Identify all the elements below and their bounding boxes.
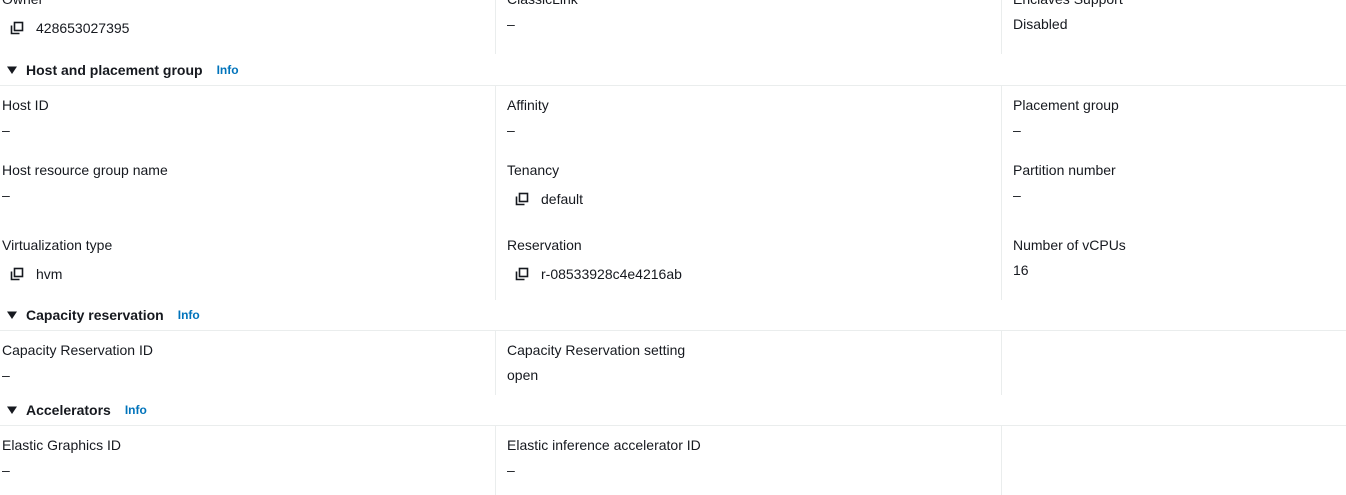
affinity-value: – (507, 122, 515, 138)
virtualization-type-label: Virtualization type (2, 237, 113, 253)
host-resource-group-field: Host resource group name – (2, 161, 495, 204)
accelerators-row: Elastic Graphics ID – Elastic inference … (0, 426, 1346, 495)
placement-group-field: Placement group – (1013, 96, 1346, 139)
placement-group-label: Placement group (1013, 97, 1119, 113)
column-3 (1001, 426, 1346, 495)
host-id-label: Host ID (2, 97, 49, 113)
number-of-vcpus-label: Number of vCPUs (1013, 237, 1126, 253)
capacity-reservation-setting-value: open (507, 367, 539, 383)
host-id-field: Host ID – (2, 96, 495, 139)
copy-icon[interactable] (10, 21, 24, 35)
column-2: Reservation r-08533928c4e4216ab (495, 226, 1002, 300)
tenancy-field: Tenancy default (507, 161, 1002, 208)
column-2: Tenancy default (495, 151, 1002, 226)
classiclink-label: ClassicLink (507, 0, 1002, 8)
column-3: Placement group – (1001, 86, 1346, 151)
column-1: Owner 428653027395 (0, 0, 495, 54)
accelerators-info-link[interactable]: Info (125, 403, 147, 417)
host-placement-row-1: Host ID – Affinity – Placement group – (0, 86, 1346, 151)
capacity-reservation-setting-field: Capacity Reservation setting open (507, 341, 1002, 384)
enclaves-support-value: Disabled (1013, 16, 1068, 32)
virtualization-type-field: Virtualization type hvm (2, 236, 495, 283)
caret-down-icon[interactable] (6, 64, 18, 76)
enclaves-support-label: Enclaves Support (1013, 0, 1346, 8)
reservation-value-text: r-08533928c4e4216ab (541, 266, 682, 282)
copy-icon[interactable] (515, 267, 529, 281)
accelerators-section-header: Accelerators Info (0, 395, 1346, 426)
column-1: Host resource group name – (0, 151, 495, 226)
owner-label: Owner (2, 0, 495, 8)
virtualization-type-value: hvm (2, 265, 495, 283)
placement-group-value: – (1013, 122, 1021, 138)
capacity-reservation-id-label: Capacity Reservation ID (2, 342, 153, 358)
elastic-inference-accelerator-id-field: Elastic inference accelerator ID – (507, 436, 1002, 479)
host-placement-row-2: Host resource group name – Tenancy defau… (0, 151, 1346, 226)
column-3: Partition number – (1001, 151, 1346, 226)
capacity-reservation-id-field: Capacity Reservation ID – (2, 341, 495, 384)
partition-number-value: – (1013, 187, 1021, 203)
copy-icon[interactable] (10, 267, 24, 281)
number-of-vcpus-value: 16 (1013, 262, 1029, 278)
reservation-value: r-08533928c4e4216ab (507, 265, 1002, 283)
column-2: Affinity – (495, 86, 1002, 151)
capacity-reservation-section-header: Capacity reservation Info (0, 300, 1346, 331)
column-3: Enclaves Support Disabled (1001, 0, 1346, 54)
owner-field: Owner 428653027395 (2, 0, 495, 37)
column-3 (1001, 331, 1346, 395)
host-placement-title[interactable]: Host and placement group (26, 62, 203, 78)
reservation-field: Reservation r-08533928c4e4216ab (507, 236, 1002, 283)
virtualization-type-value-text: hvm (36, 266, 63, 282)
host-resource-group-label: Host resource group name (2, 162, 168, 178)
column-1: Elastic Graphics ID – (0, 426, 495, 495)
host-resource-group-value: – (2, 187, 10, 203)
copy-icon[interactable] (515, 192, 529, 206)
column-2: ClassicLink – (495, 0, 1002, 54)
column-2: Elastic inference accelerator ID – (495, 426, 1002, 495)
partition-number-field: Partition number – (1013, 161, 1346, 204)
capacity-reservation-id-value: – (2, 367, 10, 383)
host-placement-info-link[interactable]: Info (217, 63, 239, 77)
caret-down-icon[interactable] (6, 404, 18, 416)
elastic-graphics-id-field: Elastic Graphics ID – (2, 436, 495, 479)
classiclink-field: ClassicLink – (507, 0, 1002, 33)
accelerators-title[interactable]: Accelerators (26, 402, 111, 418)
column-1: Capacity Reservation ID – (0, 331, 495, 395)
elastic-graphics-id-label: Elastic Graphics ID (2, 437, 122, 453)
capacity-reservation-row: Capacity Reservation ID – Capacity Reser… (0, 331, 1346, 395)
column-1: Host ID – (0, 86, 495, 151)
host-id-value: – (2, 122, 10, 138)
capacity-reservation-title[interactable]: Capacity reservation (26, 307, 164, 323)
tenancy-value-text: default (541, 191, 584, 207)
tenancy-label: Tenancy (507, 162, 560, 178)
host-placement-section-header: Host and placement group Info (0, 55, 1346, 86)
owner-value: 428653027395 (2, 19, 495, 37)
tenancy-value: default (507, 190, 1002, 208)
caret-down-icon[interactable] (6, 309, 18, 321)
column-3: Number of vCPUs 16 (1001, 226, 1346, 300)
capacity-reservation-info-link[interactable]: Info (178, 308, 200, 322)
elastic-inference-accelerator-id-value: – (507, 462, 515, 478)
enclaves-support-field: Enclaves Support Disabled (1013, 0, 1346, 33)
classiclink-value: – (507, 16, 515, 32)
column-1: Virtualization type hvm (0, 226, 495, 300)
capacity-reservation-setting-label: Capacity Reservation setting (507, 342, 686, 358)
affinity-field: Affinity – (507, 96, 1002, 139)
partition-number-label: Partition number (1013, 162, 1116, 178)
reservation-label: Reservation (507, 237, 582, 253)
host-placement-row-3: Virtualization type hvm Reservation r-08… (0, 226, 1346, 300)
details-row-top: Owner 428653027395 ClassicLink – Enclave… (0, 0, 1346, 54)
elastic-inference-accelerator-id-label: Elastic inference accelerator ID (507, 437, 701, 453)
affinity-label: Affinity (507, 97, 549, 113)
elastic-graphics-id-value: – (2, 462, 10, 478)
owner-value-text: 428653027395 (36, 20, 130, 36)
column-2: Capacity Reservation setting open (495, 331, 1002, 395)
number-of-vcpus-field: Number of vCPUs 16 (1013, 236, 1346, 279)
